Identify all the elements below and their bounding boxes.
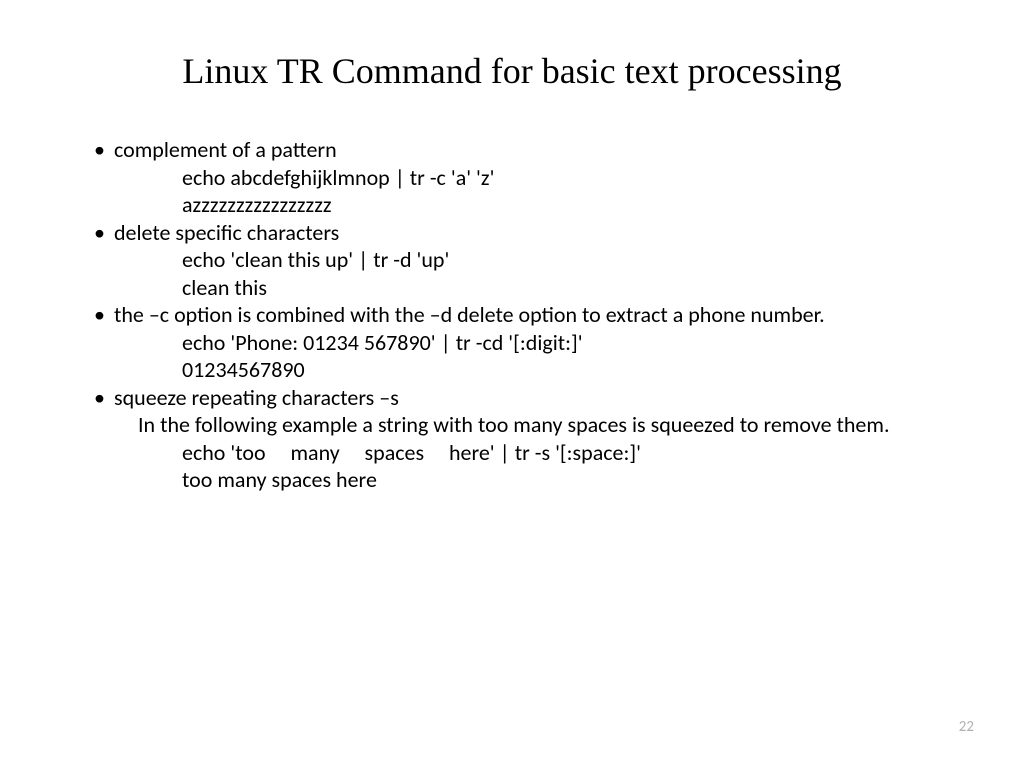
code-line: echo abcdefghijklmnop | tr -c 'a' 'z' <box>114 164 934 192</box>
bullet-heading: squeeze repeating characters –s <box>114 384 399 411</box>
bullet-heading: the –c option is combined with the –d de… <box>114 301 825 328</box>
output-line: clean this <box>114 274 934 302</box>
bullet-heading: delete specific characters <box>114 219 339 246</box>
slide-title: Linux TR Command for basic text processi… <box>90 50 934 92</box>
bullet-heading: complement of a pattern <box>114 136 337 163</box>
sub-heading: In the following example a string with t… <box>114 411 934 439</box>
code-line: echo 'clean this up' | tr -d 'up' <box>114 246 934 274</box>
list-item: delete specific characters echo 'clean t… <box>90 219 934 302</box>
list-item: the –c option is combined with the –d de… <box>90 301 934 384</box>
page-number: 22 <box>959 718 974 736</box>
list-item: complement of a pattern echo abcdefghijk… <box>90 136 934 219</box>
output-line: 01234567890 <box>114 356 934 384</box>
slide-content: complement of a pattern echo abcdefghijk… <box>90 136 934 494</box>
list-item: squeeze repeating characters –s In the f… <box>90 384 934 494</box>
output-line: too many spaces here <box>114 466 934 494</box>
code-line: echo 'Phone: 01234 567890' | tr -cd '[:d… <box>114 329 934 357</box>
bullet-list: complement of a pattern echo abcdefghijk… <box>90 136 934 494</box>
output-line: azzzzzzzzzzzzzzzz <box>114 191 934 219</box>
code-line: echo 'too many spaces here' | tr -s '[:s… <box>114 439 934 467</box>
slide-container: Linux TR Command for basic text processi… <box>0 0 1024 768</box>
